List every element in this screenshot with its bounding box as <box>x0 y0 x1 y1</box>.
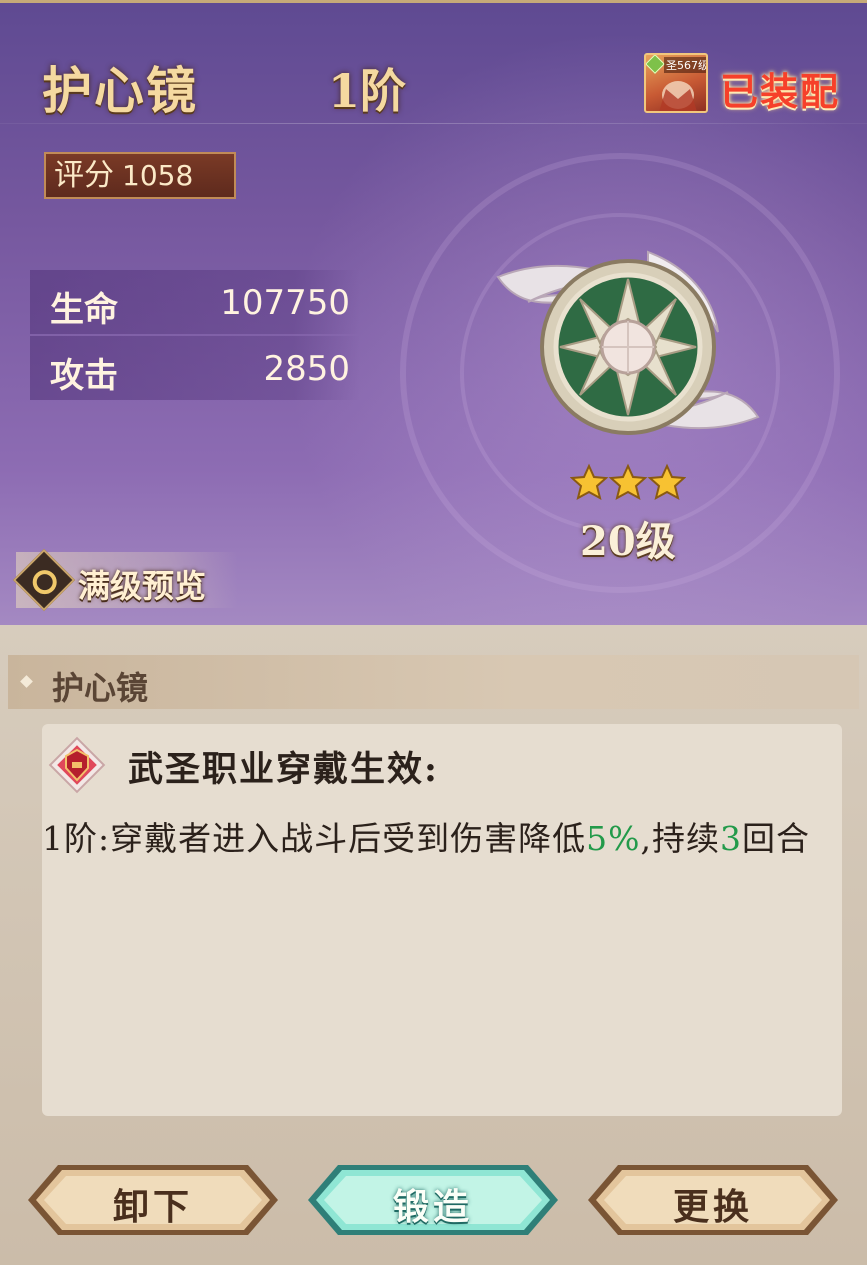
hero-portrait-icon <box>659 81 697 111</box>
score-box: 评分 1058 <box>44 152 236 199</box>
diamond-bullet-icon <box>20 675 33 688</box>
stat-name: 生命 <box>50 290 118 330</box>
stat-value: 2850 <box>263 349 350 389</box>
owner-avatar[interactable]: 圣567级 <box>644 53 708 113</box>
effect-value: 5% <box>586 819 641 858</box>
forge-button[interactable]: 锻造 <box>304 1162 562 1238</box>
effect-prefix: 1阶:穿戴者进入战斗后受到伤害降低 <box>42 819 587 858</box>
section-title: 护心镜 <box>52 669 149 707</box>
score-label: 评分 <box>54 158 114 193</box>
class-requirement: 武圣职业穿戴生效: <box>128 749 439 790</box>
effect-text: 1阶:穿戴者进入战斗后受到伤害降低5%,持续3回合 <box>42 814 848 864</box>
star-icon <box>570 463 609 500</box>
warrior-class-icon <box>48 736 106 794</box>
score-value: 1058 <box>122 159 194 192</box>
magnifier-icon <box>12 548 76 612</box>
section-header: 护心镜 <box>8 655 859 709</box>
unequip-button[interactable]: 卸下 <box>24 1162 282 1238</box>
unequip-label: 卸下 <box>112 1186 193 1228</box>
replace-label: 更换 <box>672 1186 753 1228</box>
stat-row-attack: 攻击 2850 <box>30 336 360 400</box>
equipped-status: 已装配 <box>720 69 841 114</box>
stat-row-hp: 生命 107750 <box>30 270 360 334</box>
effect-turns: 3 <box>719 819 742 858</box>
effect-middle: ,持续 <box>640 819 720 858</box>
preview-label: 满级预览 <box>78 567 207 605</box>
heart-mirror-item-icon[interactable] <box>488 247 768 447</box>
max-level-preview-button[interactable]: 满级预览 <box>12 548 238 612</box>
star-icon <box>608 463 648 500</box>
stat-name: 攻击 <box>50 356 118 396</box>
replace-button[interactable]: 更换 <box>584 1162 842 1238</box>
effect-suffix: 回合 <box>741 819 810 858</box>
item-tier: 1阶 <box>328 64 407 118</box>
stat-value: 107750 <box>220 283 350 323</box>
forge-label: 锻造 <box>392 1186 473 1228</box>
item-level: 20级 <box>580 518 676 565</box>
equipment-info-panel: 护心镜 1阶 圣567级 已装配 评分 1058 生命 107750 攻击 285… <box>0 0 867 625</box>
star-icon <box>647 463 686 500</box>
star-rating <box>570 463 686 500</box>
item-name: 护心镜 <box>42 61 198 120</box>
